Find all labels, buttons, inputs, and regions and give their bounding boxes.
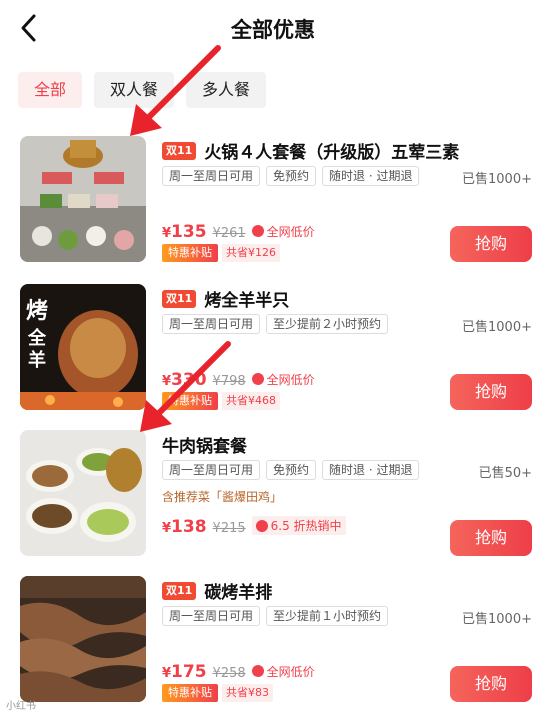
- deal-name: 碳烤羊排: [204, 583, 273, 603]
- deal-thumbnail: [20, 136, 146, 262]
- svg-text:全: 全: [27, 327, 47, 349]
- down-icon: [251, 373, 264, 385]
- deal-name: 牛肉锅套餐: [162, 437, 247, 457]
- sold-count: 已售1000+: [462, 172, 532, 187]
- recommended-dish: 含推荐菜「酱爆田鸡」: [162, 490, 283, 504]
- tag-icon: [255, 519, 268, 532]
- tab-all[interactable]: 全部: [18, 72, 83, 108]
- header: 全部优惠: [0, 0, 546, 58]
- deal-thumbnail: [20, 576, 146, 702]
- deal-thumbnail: 烤 全 羊: [20, 284, 146, 410]
- subsidy-badge: 特惠补贴: [162, 684, 218, 702]
- price: ¥330: [162, 370, 207, 390]
- subsidy-badge: 特惠补贴: [162, 244, 218, 262]
- double11-badge: 双11: [162, 289, 197, 308]
- svg-text:烤: 烤: [26, 298, 48, 324]
- sold-count: 已售50+: [478, 466, 532, 481]
- double11-badge: 双11: [162, 581, 197, 600]
- deal-thumbnail: [20, 430, 146, 556]
- deal-item[interactable]: 双11 火锅４人套餐（升级版）五荤三素 周一至周日可用 免预约 随时退 · 过期…: [0, 136, 546, 276]
- deal-item[interactable]: 双11 碳烤羊排 周一至周日可用 至少提前１小时预约 已售1000+ ¥175 …: [0, 576, 546, 716]
- filter-tabs: 全部 双人餐 多人餐: [18, 72, 267, 108]
- tag: 周一至周日可用: [162, 460, 261, 480]
- deal-name: 火锅４人套餐（升级版）五荤三素: [204, 143, 460, 163]
- tag: 随时退 · 过期退: [322, 166, 420, 186]
- tag: 免预约: [266, 166, 317, 186]
- price: ¥138: [162, 516, 207, 537]
- lowest-price-label: 全网低价: [251, 223, 315, 240]
- tag: 周一至周日可用: [162, 314, 261, 334]
- svg-text:羊: 羊: [28, 349, 46, 371]
- tab-two-person[interactable]: 双人餐: [94, 72, 175, 108]
- deal-name: 烤全羊半只: [204, 291, 290, 311]
- savings-badge: 共省¥468: [222, 392, 280, 410]
- deal-item[interactable]: 烤 全 羊 双11 烤全羊半只 周一至周日可用 至少提前２小时预约 已售1000…: [0, 284, 546, 424]
- original-price: ¥215: [212, 520, 246, 536]
- buy-button[interactable]: 抢购: [450, 666, 532, 702]
- subsidy-badge: 特惠补贴: [162, 392, 218, 410]
- savings-badge: 共省¥126: [222, 244, 280, 262]
- tag: 至少提前１小时预约: [266, 606, 389, 626]
- tag: 至少提前２小时预约: [266, 314, 389, 334]
- original-price: ¥261: [212, 226, 246, 241]
- lowest-price-label: 全网低价: [251, 663, 315, 680]
- tag: 周一至周日可用: [162, 606, 261, 626]
- tab-multi-person[interactable]: 多人餐: [186, 72, 267, 108]
- original-price: ¥798: [212, 374, 246, 389]
- watermark: 小红书: [6, 701, 36, 712]
- price: ¥135: [162, 222, 207, 242]
- tag: 周一至周日可用: [162, 166, 261, 186]
- deal-item[interactable]: 牛肉锅套餐 周一至周日可用 免预约 随时退 · 过期退 已售50+ 含推荐菜「酱…: [0, 430, 546, 570]
- savings-badge: 共省¥83: [222, 684, 273, 702]
- discount-label: 6.5 折热销中: [251, 516, 346, 535]
- sold-count: 已售1000+: [462, 612, 532, 627]
- tag: 免预约: [266, 460, 317, 480]
- buy-button[interactable]: 抢购: [450, 226, 532, 262]
- buy-button[interactable]: 抢购: [450, 520, 532, 556]
- double11-badge: 双11: [162, 141, 197, 160]
- price: ¥175: [162, 662, 207, 682]
- lowest-price-label: 全网低价: [251, 371, 315, 388]
- tag: 随时退 · 过期退: [322, 460, 420, 480]
- sold-count: 已售1000+: [462, 320, 532, 335]
- down-icon: [251, 225, 264, 237]
- down-icon: [251, 665, 264, 677]
- buy-button[interactable]: 抢购: [450, 374, 532, 410]
- original-price: ¥258: [212, 666, 246, 681]
- page-title: 全部优惠: [231, 18, 315, 42]
